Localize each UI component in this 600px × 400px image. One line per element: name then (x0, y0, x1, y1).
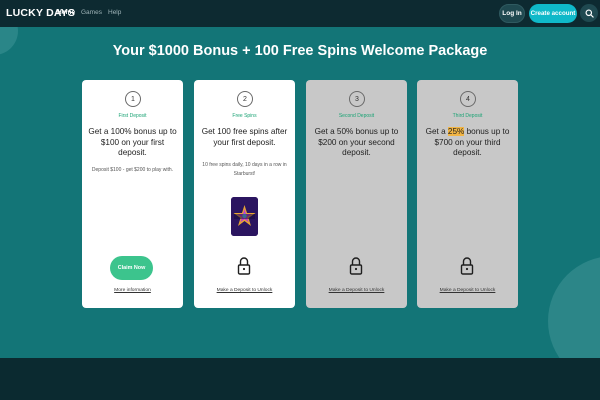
search-icon (584, 8, 594, 18)
claim-now-button[interactable]: Claim Now (110, 256, 153, 280)
create-account-button[interactable]: Create account (529, 4, 577, 23)
step-number: 3 (349, 91, 365, 107)
card-label: Third Deposit (452, 113, 483, 119)
footer (0, 358, 600, 400)
card-label: Free Spins (232, 113, 257, 119)
top-nav: LUCKY DAYS Home Games Help Log In Create… (0, 0, 600, 27)
step-number: 1 (125, 91, 141, 107)
step-number: 4 (460, 91, 476, 107)
bonus-card-second-deposit: 3 Second Deposit Get a 50% bonus up to $… (306, 80, 407, 308)
nav-link-home[interactable]: Home (57, 9, 75, 16)
search-button[interactable] (580, 4, 598, 22)
nav-link-help[interactable]: Help (108, 9, 121, 16)
card-label: First Deposit (118, 113, 147, 119)
unlock-link[interactable]: Make a Deposit to Unlock (417, 288, 518, 293)
hero-section: Your $1000 Bonus + 100 Free Spins Welcom… (0, 27, 600, 358)
lock-icon (460, 257, 474, 275)
bonus-card-free-spins: 2 Free Spins Get 100 free spins after yo… (194, 80, 295, 308)
card-subtext: 10 free spins daily, 10 days in a row in… (202, 162, 287, 177)
bonus-card-third-deposit: 4 Third Deposit Get a 25% bonus up to $7… (417, 80, 518, 308)
card-headline: Get 100 free spins after your first depo… (201, 127, 288, 147)
page-title: Your $1000 Bonus + 100 Free Spins Welcom… (112, 43, 488, 59)
card-label: Second Deposit (338, 113, 375, 119)
card-headline: Get a 50% bonus up to $200 on your secon… (314, 127, 399, 157)
card-headline: Get a 100% bonus up to $100 on your firs… (88, 127, 177, 157)
more-information-link[interactable]: More information (82, 288, 183, 293)
bonus-card-first-deposit: 1 First Deposit Get a 100% bonus up to $… (82, 80, 183, 308)
login-button[interactable]: Log In (499, 4, 525, 23)
lock-icon (349, 257, 363, 275)
card-subtext: Deposit $100 - get $200 to play with. (91, 167, 174, 173)
unlock-link[interactable]: Make a Deposit to Unlock (306, 288, 407, 293)
unlock-link[interactable]: Make a Deposit to Unlock (194, 288, 295, 293)
card-headline: Get a 25% bonus up to $700 on your third… (423, 127, 512, 159)
starburst-thumbnail[interactable] (231, 197, 258, 236)
decorative-circle (548, 256, 600, 358)
headline-text: Get a (425, 127, 448, 136)
nav-link-games[interactable]: Games (81, 9, 102, 16)
starburst-star-icon (231, 197, 258, 236)
highlighted-percent: 25% (447, 127, 465, 136)
step-number: 2 (237, 91, 253, 107)
lock-icon (237, 257, 251, 275)
